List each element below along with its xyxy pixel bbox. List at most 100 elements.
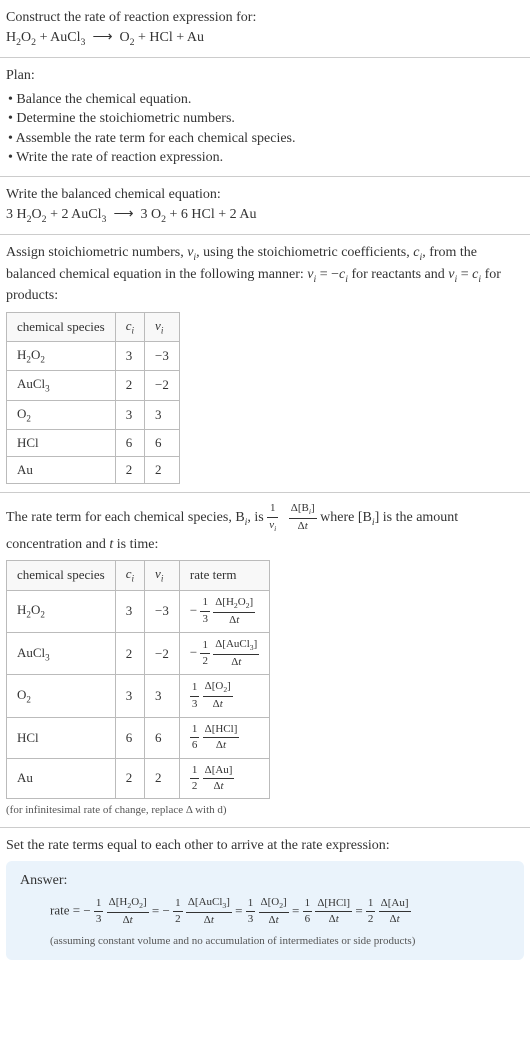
fraction: 16 <box>303 896 313 928</box>
fraction: Δ[Au]Δt <box>379 896 411 928</box>
fraction: Δ[O2]Δt <box>203 679 233 712</box>
fraction: Δ[AuCl3]Δt <box>186 895 232 928</box>
assign-text: Assign stoichiometric numbers, νi, using… <box>6 243 524 306</box>
table-row: AuCl32−2 <box>7 371 180 400</box>
fraction: Δ[HCl]Δt <box>315 896 352 928</box>
table-row: AuCl32−2− 12 Δ[AuCl3]Δt <box>7 633 270 675</box>
fraction: 12 <box>366 896 376 928</box>
cell-species: O2 <box>7 400 116 429</box>
cell-nui: 3 <box>145 400 180 429</box>
table-row: HCl6616 Δ[HCl]Δt <box>7 717 270 758</box>
answer-note: (assuming constant volume and no accumul… <box>50 934 510 949</box>
cell-nui: −2 <box>145 371 180 400</box>
cell-species: HCl <box>7 717 116 758</box>
cell-ci: 6 <box>115 430 144 457</box>
cell-species: AuCl3 <box>7 633 116 675</box>
col-rateterm: rate term <box>179 561 269 590</box>
table-row: O23313 Δ[O2]Δt <box>7 675 270 717</box>
balanced-equation: 3 H2O2 + 2 AuCl3 ⟶ 3 O2 + 6 HCl + 2 Au <box>6 205 524 227</box>
cell-ci: 3 <box>115 675 144 717</box>
fraction: 13 <box>190 680 200 712</box>
final-section: Set the rate terms equal to each other t… <box>0 828 530 968</box>
cell-nui: 2 <box>145 457 180 484</box>
table-row: HCl66 <box>7 430 180 457</box>
fraction: 13 <box>246 896 256 928</box>
cell-ci: 6 <box>115 717 144 758</box>
cell-rateterm: 12 Δ[Au]Δt <box>179 758 269 799</box>
col-ci: ci <box>115 561 144 590</box>
intro-equation: H2O2 + AuCl3 ⟶ O2 + HCl + Au <box>6 28 524 50</box>
intro-section: Construct the rate of reaction expressio… <box>0 0 530 57</box>
plan-section: Plan: • Balance the chemical equation. •… <box>0 58 530 176</box>
cell-nui: −3 <box>145 342 180 371</box>
cell-species: HCl <box>7 430 116 457</box>
cell-nui: 3 <box>145 675 180 717</box>
cell-ci: 2 <box>115 758 144 799</box>
assign-section: Assign stoichiometric numbers, νi, using… <box>0 235 530 492</box>
fraction: 13 <box>94 896 104 928</box>
plan-item: • Assemble the rate term for each chemic… <box>8 129 524 149</box>
cell-nui: 2 <box>145 758 180 799</box>
col-ci: ci <box>115 312 144 341</box>
fraction: 12 <box>200 638 210 670</box>
cell-ci: 2 <box>115 371 144 400</box>
table-row: H2O23−3− 13 Δ[H2O2]Δt <box>7 590 270 632</box>
plan-title: Plan: <box>6 66 524 86</box>
cell-species: O2 <box>7 675 116 717</box>
plan-item: • Determine the stoichiometric numbers. <box>8 109 524 129</box>
fraction: 12 <box>173 896 183 928</box>
answer-label: Answer: <box>20 871 510 891</box>
col-nui: νi <box>145 561 180 590</box>
cell-rateterm: 13 Δ[O2]Δt <box>179 675 269 717</box>
fraction: Δ[H2O2]Δt <box>213 595 255 628</box>
cell-ci: 3 <box>115 590 144 632</box>
table-header-row: chemical species ci νi rate term <box>7 561 270 590</box>
fraction: 13 <box>200 595 210 627</box>
cell-nui: −2 <box>145 633 180 675</box>
cell-nui: 6 <box>145 717 180 758</box>
table-row: O233 <box>7 400 180 429</box>
cell-ci: 3 <box>115 342 144 371</box>
rateterm-frac1: 1 νi <box>267 501 278 534</box>
fraction: Δ[AuCl3]Δt <box>213 637 259 670</box>
rateterm-table: chemical species ci νi rate term H2O23−3… <box>6 560 270 799</box>
cell-nui: 6 <box>145 430 180 457</box>
balanced-title: Write the balanced chemical equation: <box>6 185 524 205</box>
rate-prefix: rate = <box>50 903 83 918</box>
table-row: Au2212 Δ[Au]Δt <box>7 758 270 799</box>
table-header-row: chemical species ci νi <box>7 312 180 341</box>
answer-box: Answer: rate = − 13 Δ[H2O2]Δt = − 12 Δ[A… <box>6 861 524 959</box>
cell-species: H2O2 <box>7 342 116 371</box>
cell-ci: 3 <box>115 400 144 429</box>
col-species: chemical species <box>7 312 116 341</box>
rateterm-frac2: Δ[Bi] Δt <box>289 501 317 534</box>
cell-rateterm: 16 Δ[HCl]Δt <box>179 717 269 758</box>
cell-species: Au <box>7 457 116 484</box>
fraction: Δ[HCl]Δt <box>203 722 240 754</box>
cell-species: AuCl3 <box>7 371 116 400</box>
col-species: chemical species <box>7 561 116 590</box>
rateterm-note: (for infinitesimal rate of change, repla… <box>6 803 524 818</box>
cell-nui: −3 <box>145 590 180 632</box>
cell-species: Au <box>7 758 116 799</box>
cell-rateterm: − 13 Δ[H2O2]Δt <box>179 590 269 632</box>
fraction: 16 <box>190 722 200 754</box>
balanced-section: Write the balanced chemical equation: 3 … <box>0 177 530 234</box>
cell-ci: 2 <box>115 633 144 675</box>
intro-title: Construct the rate of reaction expressio… <box>6 8 524 28</box>
plan-list: • Balance the chemical equation. • Deter… <box>6 90 524 168</box>
stoich-table: chemical species ci νi H2O23−3AuCl32−2O2… <box>6 312 180 485</box>
plan-item: • Balance the chemical equation. <box>8 90 524 110</box>
fraction: Δ[Au]Δt <box>203 763 235 795</box>
rateterm-intro: The rate term for each chemical species,… <box>6 510 267 525</box>
fraction: Δ[O2]Δt <box>259 895 289 928</box>
fraction: Δ[H2O2]Δt <box>107 895 149 928</box>
table-row: Au22 <box>7 457 180 484</box>
col-nui: νi <box>145 312 180 341</box>
rate-expression: rate = − 13 Δ[H2O2]Δt = − 12 Δ[AuCl3]Δt … <box>50 895 510 928</box>
fraction: 12 <box>190 763 200 795</box>
final-title: Set the rate terms equal to each other t… <box>6 836 524 856</box>
cell-species: H2O2 <box>7 590 116 632</box>
rateterm-section: The rate term for each chemical species,… <box>0 493 530 826</box>
cell-rateterm: − 12 Δ[AuCl3]Δt <box>179 633 269 675</box>
